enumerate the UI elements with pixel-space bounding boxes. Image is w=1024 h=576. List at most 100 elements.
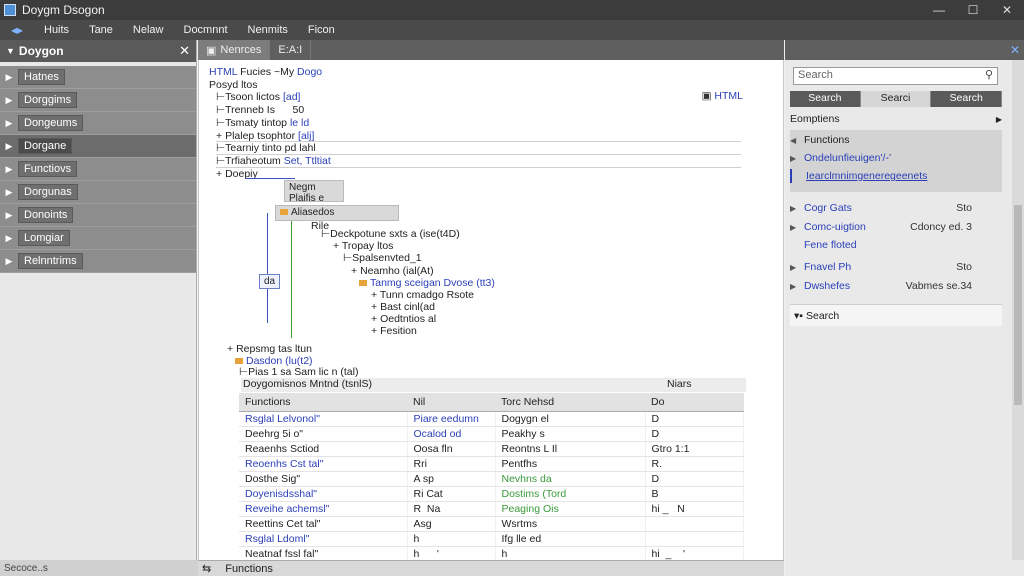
search-button[interactable]: Search [931,91,1003,107]
tab-functions[interactable]: Functions [225,563,273,575]
table-cell[interactable]: Doyenisdsshal" [239,486,408,502]
menu-item-tane[interactable]: Tane [79,24,123,36]
node-box-small[interactable]: da [259,274,281,289]
table-cell[interactable]: Reettins Cet tal" [239,516,408,532]
column-header[interactable]: Nil [407,393,495,412]
menu-item-huits[interactable]: Huits [34,24,79,36]
table-cell[interactable]: Reveihe achemsl" [239,501,408,517]
search-section[interactable]: ▾▪ Search [790,304,1002,326]
search-button[interactable]: Searci [860,91,932,107]
code-token: Repsmg tas ltun [236,343,312,355]
divider [216,141,741,142]
sidebar-item-donoints[interactable]: ▶ Donoints [0,204,196,227]
editor-pane[interactable]: ▣ HTML HTML Fucies ~My Dogo Posyd ltos ⊢… [198,60,784,562]
menu-item-docmnnt[interactable]: Docmnnt [174,24,238,36]
sidebar-item-lomgiar[interactable]: ▶ Lomgiar [0,227,196,250]
sidebar-item-dorgunas[interactable]: ▶ Dorgunas [0,181,196,204]
minimize-button[interactable]: — [922,3,956,17]
node-label: Plaifis e [289,193,325,204]
column-header[interactable]: Torc Nehsd [495,393,645,412]
table-cell: Pentfhs [495,456,646,472]
table-row[interactable]: Rsglal Lelvonol" Piare eedumn Dogygn el D [239,411,744,427]
table-cell[interactable]: Reaenhs Sctiod [239,441,408,457]
property-row[interactable]: ▶ Comc-uigtion Cdoncy ed. 3 [790,220,1002,234]
menu-item-nelaw[interactable]: Nelaw [123,24,174,36]
node-box[interactable]: Aliasedos [275,205,399,221]
search-icon[interactable]: ⚲ [985,68,993,81]
function-item[interactable]: Iearclmnimgeneregeenets [790,169,1002,183]
function-item[interactable]: ▶ Ondelunfieuigen'/-’ [790,151,1002,165]
table-cell[interactable]: Neatnaf fssl fal" [239,546,408,562]
code-line: + Bast cinl(ad [371,301,435,313]
code-line: ⊢Trfiaheotum Set, Ttltiat [216,155,331,167]
table-row[interactable]: Reettins Cet tal" Asg Wsrtms [239,516,744,532]
chevron-down-icon[interactable]: ▼ [6,46,15,56]
property-name: Dwshefes [804,280,851,292]
table-row[interactable]: Neatnaf fssl fal" h ' h hi _ ' [239,546,744,562]
code-token: le ld [289,117,310,129]
table-row[interactable]: Dosthe Sig" A sp Nevhns da D [239,471,744,487]
sidebar-item-dorgane[interactable]: ▶ Dorgane [0,135,196,158]
table-cell[interactable]: Rsglal Lelvonol" [239,411,408,427]
table-cell[interactable]: Reoenhs Cst tal" [239,456,408,472]
column-header[interactable]: Do [645,393,744,412]
sidebar-item-hatnes[interactable]: ▶ Hatnes [0,66,196,89]
section-header[interactable]: Eomptiens ▶ [790,112,1002,126]
close-icon[interactable]: ✕ [1010,43,1020,57]
node-box[interactable]: Negm Plaifis e [284,180,344,204]
maximize-button[interactable]: ☐ [956,3,990,17]
table-cell: Peaging Ois [495,501,646,517]
chevron-right-icon: ▶ [5,232,13,243]
search-section-label: Search [806,309,840,322]
table-cell[interactable]: Deehrg 5i o" [239,426,408,442]
close-button[interactable]: ✕ [990,3,1024,17]
property-row[interactable]: ▶ Dwshefes Vabmes se.34 [790,279,1002,293]
sidebar-item-functiovs[interactable]: ▶ Functiovs [0,158,196,181]
table-cell: Wsrtms [495,516,646,532]
close-icon[interactable]: ✕ [179,43,190,59]
search-button[interactable]: Search [790,91,861,107]
property-row[interactable]: ▶ Cogr Gats Sto [790,201,1002,215]
table-row[interactable]: Rsglal Ldoml" h Ifg lle ed [239,531,744,547]
table-row[interactable]: Deehrg 5i o" Ocalod od Peakhy sD [239,426,744,442]
sidebar-item-label: Lomgiar [18,230,70,246]
property-row[interactable]: Fene floted [790,238,1002,252]
sidebar-item-label: Dongeums [18,115,84,131]
table-cell[interactable]: Rsglal Ldoml" [239,531,408,547]
sidebar-item-relnntrims[interactable]: ▶ Relnntrims [0,250,196,273]
table-row[interactable]: Reoenhs Cst tal" Rri Pentfhs R. [239,456,744,472]
node-label: Negm [289,182,316,193]
sidebar-item-dongeums[interactable]: ▶ Dongeums [0,112,196,135]
sidebar-list: ▶ Hatnes ▶ Dorggims ▶ Dongeums ▶ Dorgane ▶ Fu… [0,62,196,273]
sidebar-item-dorggims[interactable]: ▶ Dorggims [0,89,196,112]
chevron-right-icon: ▶ [5,117,13,128]
search-input[interactable]: Search ⚲ [793,67,998,85]
tab-label: Nenrces [220,44,262,56]
functions-header[interactable]: ◀ Functions [790,133,1002,147]
table-row[interactable]: Reveihe achemsl" R Na Peaging Ois hi _ N [239,501,744,517]
property-row[interactable]: ▶ Fnavel Ph Sto [790,260,1002,274]
scrollbar[interactable] [1012,60,1024,560]
menu-item-nenmits[interactable]: Nenmits [238,24,298,36]
html-badge: ▣ HTML [702,90,743,102]
tab-nenrces[interactable]: ▣ Nenrces [198,40,271,60]
table-cell: h [407,531,496,547]
table-cell [645,516,744,532]
node-label: Aliasedos [291,207,335,218]
chevron-right-icon: ▶ [5,163,13,174]
table-cell: Dogygn el [495,411,646,427]
code-token: Tunn cmadgo Rsote [379,289,475,301]
tab-eai[interactable]: E:A:I [270,40,312,60]
table-cell: hi _ N [645,501,744,517]
menu-item-ficon[interactable]: Ficon [298,24,345,36]
right-panel-header: ✕ [785,40,1024,60]
back-forward-icon[interactable]: ◂▸ [0,23,34,37]
scrollbar-thumb[interactable] [1014,205,1022,405]
table-row[interactable]: Doyenisdsshal" Ri Cat Dostims (Tord B [239,486,744,502]
table-cell[interactable]: Dosthe Sig" [239,471,408,487]
swap-icon[interactable]: ⇆ [202,562,211,575]
table-caption: Doygomisnos Mntnd (tsnlS) Niars [241,378,746,392]
table-header-row: Functions Nil Torc Nehsd Do [239,393,744,412]
column-header[interactable]: Functions [239,393,407,412]
table-row[interactable]: Reaenhs Sctiod Oosa fln Reontns L Il Gtro 1… [239,441,744,457]
